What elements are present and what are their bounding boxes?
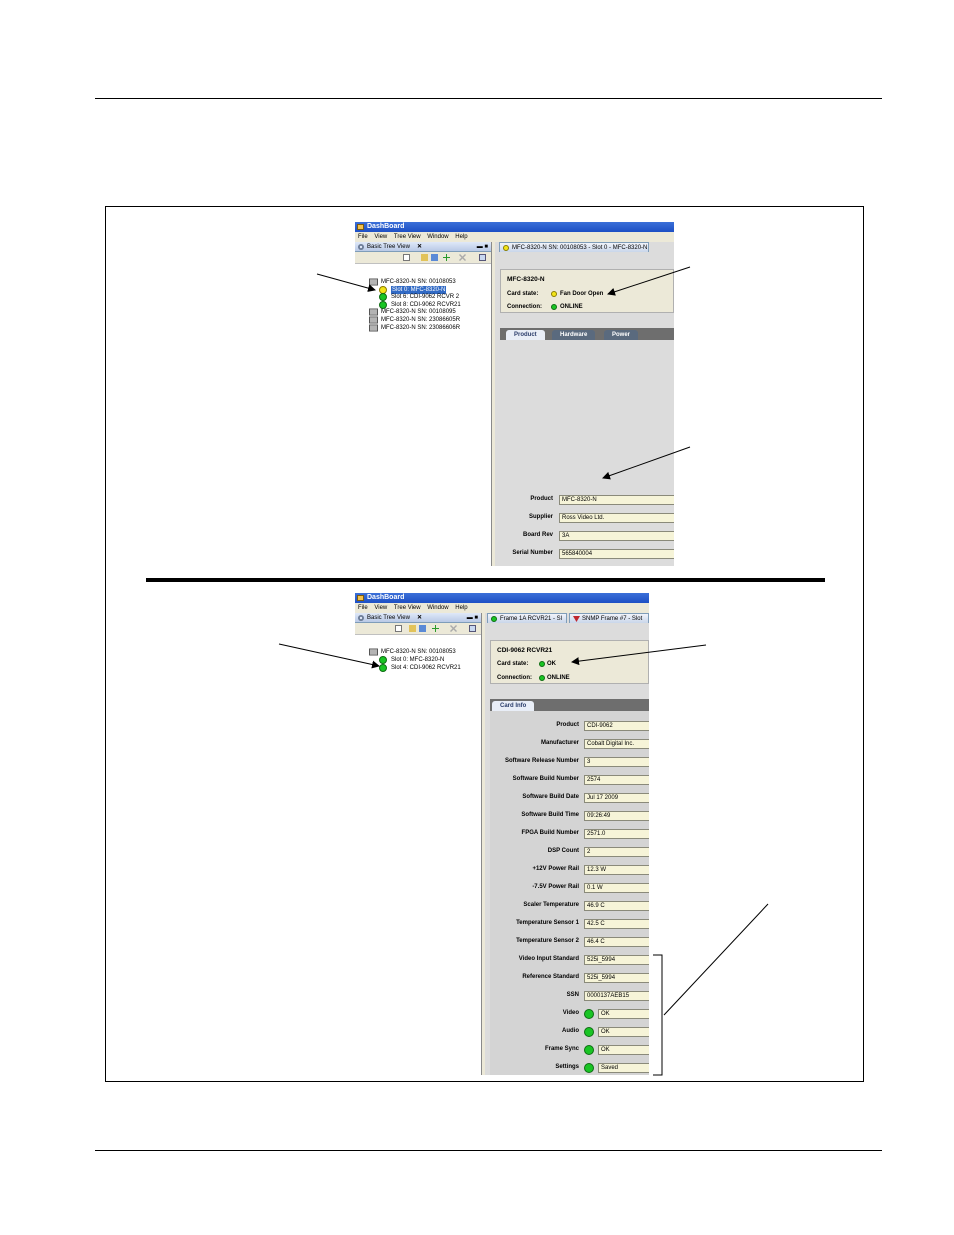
callout-top-tree-slot (316, 273, 376, 292)
callout-top-product (602, 446, 691, 480)
callout-layer (278, 266, 769, 1076)
callout-top-card-state (607, 266, 691, 296)
callout-bracket (653, 954, 663, 1076)
callout-bottom-card-state (571, 644, 707, 666)
callout-bracket-leader (663, 903, 769, 1016)
callout-bottom-tree-slot (278, 643, 380, 669)
